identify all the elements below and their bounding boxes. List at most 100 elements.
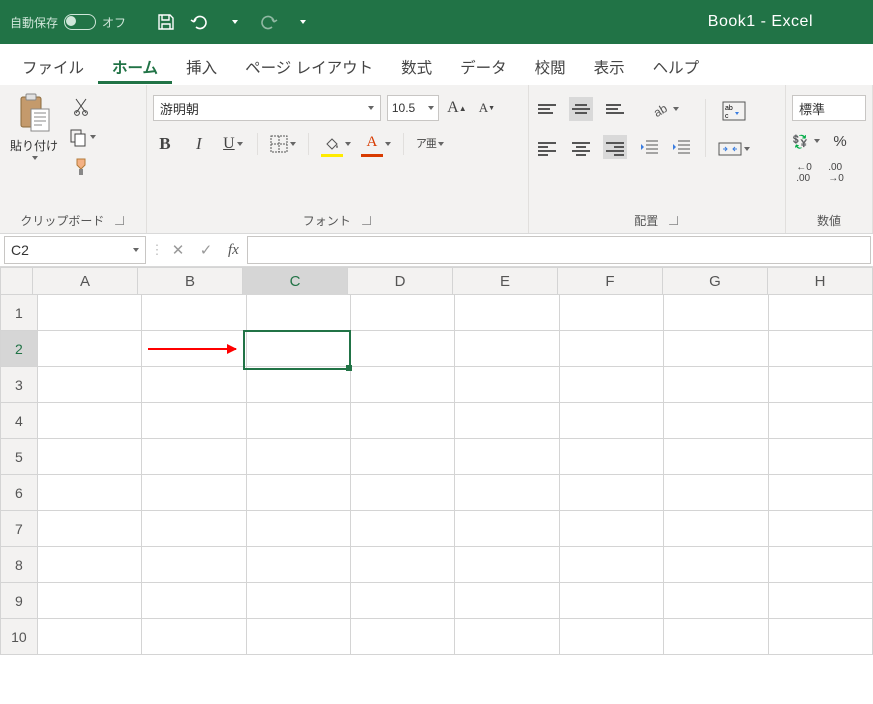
cell[interactable] [247, 331, 351, 367]
cell[interactable] [560, 547, 664, 583]
cell[interactable] [247, 619, 351, 655]
cell[interactable] [455, 619, 559, 655]
cell[interactable] [351, 439, 455, 475]
cell[interactable] [38, 331, 142, 367]
cell[interactable] [769, 511, 873, 547]
cell[interactable] [351, 367, 455, 403]
cell[interactable] [560, 439, 664, 475]
cell[interactable] [455, 367, 559, 403]
autosave-toggle-icon[interactable] [64, 14, 96, 30]
cell[interactable] [769, 331, 873, 367]
font-name-select[interactable]: 游明朝 [153, 95, 381, 121]
cell[interactable] [351, 583, 455, 619]
column-header[interactable]: H [768, 267, 873, 295]
column-header[interactable]: D [348, 267, 453, 295]
cell[interactable] [664, 619, 768, 655]
name-box[interactable]: C2 [4, 236, 146, 264]
formula-input[interactable] [247, 236, 871, 264]
cell[interactable] [455, 403, 559, 439]
cell[interactable] [769, 439, 873, 475]
tab-formulas[interactable]: 数式 [387, 48, 446, 84]
column-header[interactable]: A [33, 267, 138, 295]
row-header[interactable]: 3 [0, 367, 38, 403]
row-header[interactable]: 6 [0, 475, 38, 511]
number-format-select[interactable]: 標準 [792, 95, 866, 121]
undo-icon[interactable] [190, 12, 210, 32]
row-header[interactable]: 10 [0, 619, 38, 655]
bold-button[interactable]: B [153, 132, 177, 156]
row-header[interactable]: 8 [0, 547, 38, 583]
cell[interactable] [142, 403, 246, 439]
cell[interactable] [664, 583, 768, 619]
cell[interactable] [247, 367, 351, 403]
cell[interactable] [664, 511, 768, 547]
fx-icon[interactable]: fx [220, 242, 247, 259]
cell[interactable] [247, 511, 351, 547]
phonetic-guide-icon[interactable]: ア亜 [416, 132, 444, 156]
paste-button[interactable]: 貼り付け [6, 91, 62, 160]
percent-format-icon[interactable]: % [828, 129, 852, 153]
tab-help[interactable]: ヘルプ [639, 48, 714, 84]
cell[interactable] [351, 475, 455, 511]
cell[interactable] [351, 295, 455, 331]
tab-data[interactable]: データ [446, 48, 521, 84]
redo-icon[interactable] [258, 12, 278, 32]
enter-icon[interactable]: ✓ [192, 241, 220, 259]
cell[interactable] [247, 439, 351, 475]
increase-decimal-icon[interactable]: ←0.00 [792, 161, 816, 185]
cell[interactable] [142, 295, 246, 331]
dialog-launcher-icon[interactable] [116, 216, 125, 225]
cell[interactable] [664, 367, 768, 403]
cell[interactable] [664, 475, 768, 511]
undo-dropdown-icon[interactable] [224, 12, 244, 32]
cell[interactable] [560, 619, 664, 655]
column-header[interactable]: C [243, 267, 348, 295]
cell[interactable] [38, 295, 142, 331]
align-bottom-icon[interactable] [603, 97, 627, 121]
save-icon[interactable] [156, 12, 176, 32]
decrease-indent-icon[interactable] [637, 135, 661, 159]
column-header[interactable]: E [453, 267, 558, 295]
font-color-icon[interactable]: A [361, 132, 391, 156]
column-header[interactable]: G [663, 267, 768, 295]
merge-center-icon[interactable] [718, 137, 750, 161]
autosave-control[interactable]: 自動保存 オフ [0, 14, 136, 31]
cell[interactable] [247, 583, 351, 619]
qat-customize-icon[interactable] [292, 12, 312, 32]
wrap-text-icon[interactable]: abc [718, 99, 750, 123]
orientation-icon[interactable]: ab [637, 97, 693, 121]
cell[interactable] [351, 619, 455, 655]
cell[interactable] [664, 439, 768, 475]
cell[interactable] [351, 547, 455, 583]
cell[interactable] [455, 439, 559, 475]
cell[interactable] [560, 475, 664, 511]
align-right-icon[interactable] [603, 135, 627, 159]
select-all-corner[interactable] [0, 267, 33, 295]
decrease-decimal-icon[interactable]: .00→0 [824, 161, 848, 185]
cell[interactable] [38, 547, 142, 583]
cell[interactable] [560, 295, 664, 331]
cell[interactable] [664, 547, 768, 583]
cell[interactable] [38, 439, 142, 475]
cell[interactable] [247, 403, 351, 439]
row-header[interactable]: 9 [0, 583, 38, 619]
row-header[interactable]: 5 [0, 439, 38, 475]
tab-home[interactable]: ホーム [98, 48, 172, 84]
increase-font-icon[interactable]: A▲ [445, 96, 469, 120]
cell[interactable] [351, 511, 455, 547]
cell[interactable] [38, 367, 142, 403]
paste-dropdown-icon[interactable] [32, 156, 38, 160]
cell[interactable] [664, 295, 768, 331]
cell[interactable] [38, 475, 142, 511]
tab-page-layout[interactable]: ページ レイアウト [231, 48, 387, 84]
cell[interactable] [142, 511, 246, 547]
cell[interactable] [664, 403, 768, 439]
cell[interactable] [142, 583, 246, 619]
cell[interactable] [769, 403, 873, 439]
cell[interactable] [560, 367, 664, 403]
cell[interactable] [351, 403, 455, 439]
cell[interactable] [455, 511, 559, 547]
cell[interactable] [560, 511, 664, 547]
column-header[interactable]: F [558, 267, 663, 295]
row-header[interactable]: 2 [0, 331, 38, 367]
